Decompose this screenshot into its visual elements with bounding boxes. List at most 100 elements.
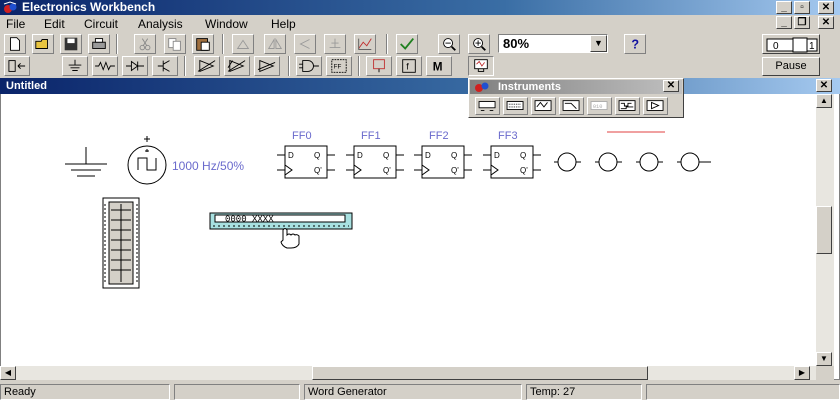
menu-edit[interactable]: Edit	[44, 17, 65, 31]
open-file-button[interactable]	[32, 34, 54, 54]
pause-button[interactable]: Pause	[762, 57, 820, 76]
doc-close-button[interactable]: ✕	[818, 16, 834, 29]
doc-minimize-button[interactable]: _	[776, 16, 792, 29]
ground-symbol[interactable]	[65, 147, 107, 177]
size-grip[interactable]	[816, 366, 834, 380]
flip-horizontal-button[interactable]	[264, 34, 286, 54]
flip-flop-ff2[interactable]: FF2 D Q Q'	[414, 130, 472, 179]
probe-indicators[interactable]	[554, 152, 711, 172]
horizontal-scroll-thumb[interactable]	[312, 366, 648, 380]
vertical-scrollbar[interactable]: ▲ ▼	[816, 94, 834, 366]
ff-label: FF2	[429, 130, 449, 142]
scroll-left-button[interactable]: ◀	[0, 366, 16, 380]
horizontal-scrollbar[interactable]: ◀ ▶	[0, 366, 816, 380]
save-button[interactable]	[60, 34, 82, 54]
bode-plotter-button[interactable]	[559, 97, 584, 115]
analysis-button[interactable]	[396, 34, 418, 54]
ff-label: FF3	[498, 130, 518, 142]
flip-flop-ff0[interactable]: FF0 D Q Q'	[277, 130, 335, 179]
transistors-bin-button[interactable]	[152, 56, 178, 76]
hand-cursor-icon	[280, 228, 300, 249]
favorites-bin-button[interactable]	[4, 56, 30, 76]
flip-flop-ff3[interactable]: FF3 D Q Q'	[483, 130, 541, 179]
ff-pin-q: Q	[520, 151, 526, 160]
print-button[interactable]	[88, 34, 110, 54]
ff-label: FF1	[361, 130, 381, 142]
menu-analysis[interactable]: Analysis	[138, 17, 183, 31]
zoom-select[interactable]: 80% ▼	[498, 34, 608, 53]
word-generator-icon: 010	[590, 101, 608, 110]
sources-bin-button[interactable]	[62, 56, 88, 76]
copy-icon	[168, 38, 181, 51]
component-properties-button[interactable]	[324, 34, 346, 54]
dip-switch-component[interactable]	[102, 197, 140, 289]
flip-flop-ff1[interactable]: FF1 D Q Q'	[346, 130, 404, 179]
zoom-in-button[interactable]	[468, 34, 490, 54]
flip-vertical-button[interactable]	[294, 34, 316, 54]
circuit-canvas[interactable]: 1000 Hz/50% FF0 D Q Q' FF1 D Q Q' FF2 D …	[1, 94, 816, 366]
instruments-bin-button[interactable]	[468, 56, 494, 76]
logic-gates-bin-button[interactable]	[296, 56, 322, 76]
menu-help[interactable]: Help	[271, 17, 296, 31]
menu-file[interactable]: File	[6, 17, 25, 31]
oscilloscope-icon	[534, 100, 552, 111]
indicators-bin-button[interactable]	[366, 56, 392, 76]
create-subcircuit-button[interactable]	[354, 34, 376, 54]
flip-vertical-icon	[299, 39, 310, 49]
scroll-up-button[interactable]: ▲	[816, 94, 832, 108]
digital-ic-icon	[257, 59, 276, 73]
vertical-scroll-thumb[interactable]	[816, 206, 832, 254]
multimeter-icon	[478, 101, 496, 111]
copy-button[interactable]	[164, 34, 186, 54]
word-generator[interactable]: 0000 XXXX	[209, 212, 353, 230]
digital-ics-bin-button[interactable]	[254, 56, 280, 76]
multimeter-button[interactable]	[475, 97, 500, 115]
analog-ics-bin-button[interactable]	[194, 56, 220, 76]
ff-pin-q: Q	[451, 151, 457, 160]
basic-bin-button[interactable]	[92, 56, 118, 76]
close-button[interactable]: ✕	[818, 1, 834, 14]
new-file-button[interactable]	[4, 34, 26, 54]
controls-bin-button[interactable]: f	[396, 56, 422, 76]
ff-pin-qbar: Q'	[451, 166, 459, 175]
chevron-down-icon[interactable]: ▼	[590, 35, 607, 52]
document-close-button[interactable]: ✕	[816, 79, 832, 92]
mixed-ics-bin-button[interactable]	[224, 56, 250, 76]
cut-button[interactable]	[134, 34, 156, 54]
scroll-down-button[interactable]: ▼	[816, 352, 832, 366]
minimize-button[interactable]: _	[776, 1, 792, 14]
flip-horizontal-icon	[267, 37, 283, 49]
scissors-icon	[139, 38, 151, 51]
miscellaneous-icon: M	[433, 61, 443, 74]
diodes-bin-button[interactable]	[122, 56, 148, 76]
clock-source[interactable]	[127, 136, 167, 185]
power-switch[interactable]: 0 1	[762, 34, 820, 54]
indicator-icon	[373, 59, 385, 73]
ff-label: FF0	[292, 130, 312, 142]
toolbar-separator	[288, 56, 290, 76]
doc-restore-button[interactable]: ❐	[794, 16, 810, 29]
ff-pin-d: D	[357, 151, 363, 160]
oscilloscope-button[interactable]	[531, 97, 556, 115]
logic-analyzer-icon	[618, 100, 636, 111]
help-button[interactable]: ?	[624, 34, 646, 54]
logic-converter-button[interactable]	[643, 97, 668, 115]
rotate-button[interactable]	[232, 34, 254, 54]
digital-bin-button[interactable]: FF	[326, 56, 352, 76]
word-generator-button[interactable]: 010	[587, 97, 612, 115]
svg-text:0: 0	[773, 41, 779, 52]
function-generator-button[interactable]	[503, 97, 528, 115]
maximize-button[interactable]: ▫	[794, 1, 810, 14]
scroll-right-button[interactable]: ▶	[794, 366, 810, 380]
logic-analyzer-button[interactable]	[615, 97, 640, 115]
zoom-out-icon	[443, 38, 456, 51]
instruments-close-button[interactable]: ✕	[663, 80, 679, 92]
svg-text:010: 010	[593, 104, 603, 110]
zoom-out-button[interactable]	[438, 34, 460, 54]
clock-frequency-label: 1000 Hz/50%	[172, 159, 244, 173]
menu-circuit[interactable]: Circuit	[84, 17, 118, 31]
menu-window[interactable]: Window	[205, 17, 248, 31]
miscellaneous-bin-button[interactable]: M	[426, 56, 452, 76]
printer-icon	[92, 38, 106, 49]
paste-button[interactable]	[192, 34, 214, 54]
